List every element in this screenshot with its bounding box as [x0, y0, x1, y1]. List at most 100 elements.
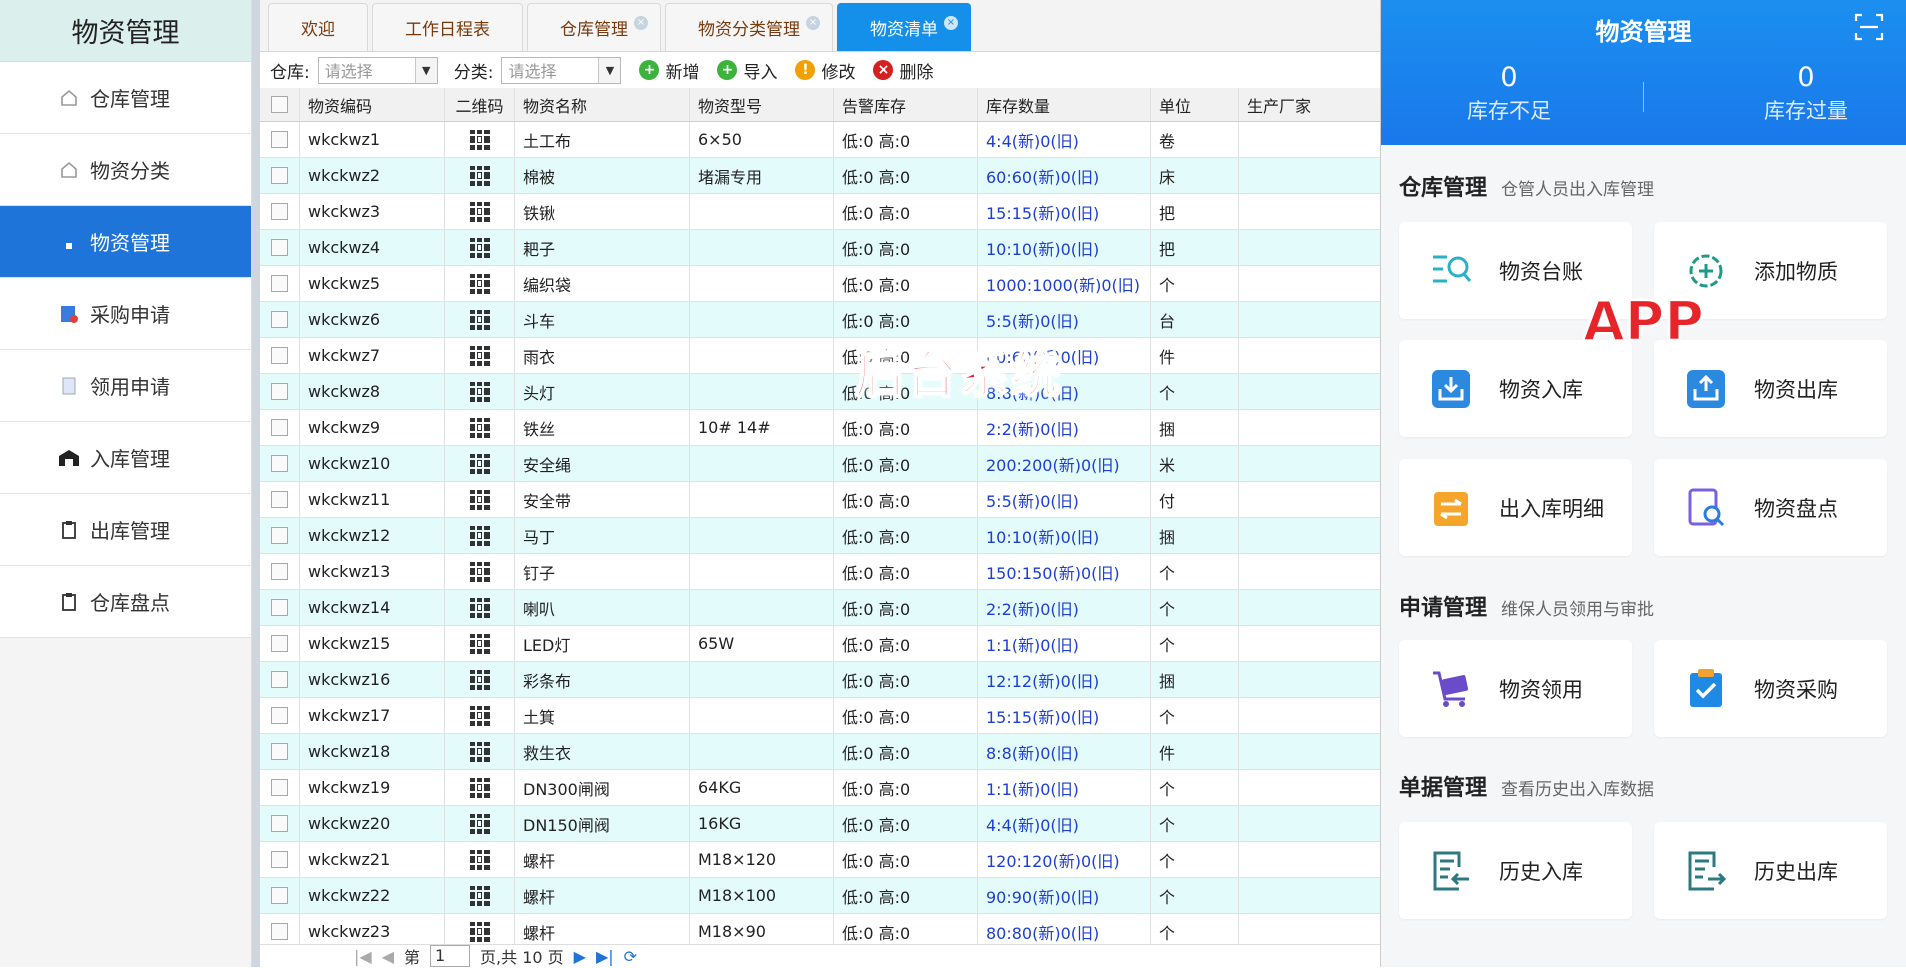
sidebar-item[interactable]: 物资分类 — [0, 134, 251, 206]
row-checkbox[interactable] — [271, 851, 288, 868]
row-checkbox[interactable] — [271, 707, 288, 724]
qrcode-icon[interactable] — [469, 489, 490, 510]
qrcode-icon[interactable] — [469, 669, 490, 690]
close-icon[interactable]: × — [806, 16, 820, 30]
qrcode-icon[interactable] — [469, 741, 490, 762]
row-checkbox[interactable] — [271, 347, 288, 364]
sidebar-item[interactable]: 仓库盘点 — [0, 566, 251, 638]
row-checkbox[interactable] — [271, 239, 288, 256]
delete-button[interactable]: × 删除 — [873, 58, 933, 83]
qrcode-icon[interactable] — [469, 525, 490, 546]
qrcode-icon[interactable] — [469, 453, 490, 474]
row-checkbox[interactable] — [271, 491, 288, 508]
row-checkbox[interactable] — [271, 419, 288, 436]
add-button[interactable]: + 新增 — [639, 58, 699, 83]
row-checkbox[interactable] — [271, 743, 288, 760]
category-select[interactable]: 请选择 ▼ — [501, 56, 622, 84]
table-row[interactable]: wkckwz20 DN150闸阀 16KG 低:0 高:0 4:4(新)0(旧) 个 — [260, 806, 1380, 842]
row-checkbox[interactable] — [271, 527, 288, 544]
app-card[interactable]: 出入库明细 — [1399, 459, 1632, 556]
last-page-icon[interactable]: ▶| — [596, 947, 614, 966]
sidebar-item[interactable]: 领用申请 — [0, 350, 251, 422]
table-row[interactable]: wkckwz12 马丁 低:0 高:0 10:10(新)0(旧) 捆 — [260, 518, 1380, 554]
app-card[interactable]: 物资入库 — [1399, 340, 1632, 437]
tab[interactable]: 仓库管理 × — [527, 3, 661, 51]
app-card[interactable]: 物资采购 — [1654, 640, 1887, 737]
first-page-icon[interactable]: |◀ — [354, 947, 372, 966]
sidebar-item[interactable]: 采购申请 — [0, 278, 251, 350]
column-header[interactable]: 生产厂家 — [1239, 88, 1380, 121]
row-checkbox[interactable] — [271, 275, 288, 292]
qrcode-icon[interactable] — [469, 849, 490, 870]
column-header[interactable]: 物资编码 — [300, 88, 445, 121]
app-card[interactable]: 物资盘点 — [1654, 459, 1887, 556]
column-header[interactable]: 物资名称 — [515, 88, 690, 121]
qrcode-icon[interactable] — [469, 309, 490, 330]
table-row[interactable]: wkckwz4 耙子 低:0 高:0 10:10(新)0(旧) 把 — [260, 230, 1380, 266]
column-header[interactable]: 告警库存 — [834, 88, 978, 121]
qrcode-icon[interactable] — [469, 345, 490, 366]
table-row[interactable]: wkckwz13 钉子 低:0 高:0 150:150(新)0(旧) 个 — [260, 554, 1380, 590]
row-checkbox[interactable] — [271, 455, 288, 472]
qrcode-icon[interactable] — [469, 381, 490, 402]
app-card[interactable]: 物资领用 — [1399, 640, 1632, 737]
table-row[interactable]: wkckwz19 DN300闸阀 64KG 低:0 高:0 1:1(新)0(旧) 个 — [260, 770, 1380, 806]
sidebar-item[interactable]: 入库管理 — [0, 422, 251, 494]
row-checkbox[interactable] — [271, 167, 288, 184]
tab[interactable]: 物资清单 × — [837, 3, 971, 51]
qrcode-icon[interactable] — [469, 597, 490, 618]
qrcode-icon[interactable] — [469, 813, 490, 834]
table-row[interactable]: wkckwz3 铁锹 低:0 高:0 15:15(新)0(旧) 把 — [260, 194, 1380, 230]
sidebar-item[interactable]: 仓库管理 — [0, 62, 251, 134]
row-checkbox[interactable] — [271, 311, 288, 328]
tab[interactable]: 工作日程表 — [372, 3, 523, 51]
column-header[interactable]: 二维码 — [445, 88, 515, 121]
select-all-checkbox[interactable] — [271, 96, 288, 113]
table-row[interactable]: wkckwz9 铁丝 10# 14# 低:0 高:0 2:2(新)0(旧) 捆 — [260, 410, 1380, 446]
row-checkbox[interactable] — [271, 635, 288, 652]
qrcode-icon[interactable] — [469, 561, 490, 582]
sidebar-item[interactable]: 出库管理 — [0, 494, 251, 566]
table-row[interactable]: wkckwz6 斗车 低:0 高:0 5:5(新)0(旧) 台 — [260, 302, 1380, 338]
qrcode-icon[interactable] — [469, 201, 490, 222]
app-card[interactable]: 历史出库 — [1654, 822, 1887, 919]
import-button[interactable]: + 导入 — [717, 58, 777, 83]
row-checkbox[interactable] — [271, 779, 288, 796]
table-row[interactable]: wkckwz18 救生衣 低:0 高:0 8:8(新)0(旧) 件 — [260, 734, 1380, 770]
table-row[interactable]: wkckwz2 棉被 堵漏专用 低:0 高:0 60:60(新)0(旧) 床 — [260, 158, 1380, 194]
column-header[interactable]: 库存数量 — [978, 88, 1151, 121]
chevron-down-icon[interactable]: ▼ — [598, 57, 621, 83]
table-row[interactable]: wkckwz11 安全带 低:0 高:0 5:5(新)0(旧) 付 — [260, 482, 1380, 518]
qrcode-icon[interactable] — [469, 705, 490, 726]
row-checkbox[interactable] — [271, 815, 288, 832]
table-row[interactable]: wkckwz7 雨衣 低:0 高:0 60:60(新)0(旧) 件 — [260, 338, 1380, 374]
close-icon[interactable]: × — [634, 16, 648, 30]
column-header[interactable]: 物资型号 — [690, 88, 834, 121]
table-row[interactable]: wkckwz8 头灯 低:0 高:0 8:8(新)0(旧) 个 — [260, 374, 1380, 410]
table-row[interactable]: wkckwz10 安全绳 低:0 高:0 200:200(新)0(旧) 米 — [260, 446, 1380, 482]
qrcode-icon[interactable] — [469, 273, 490, 294]
row-checkbox[interactable] — [271, 383, 288, 400]
prev-page-icon[interactable]: ◀ — [382, 947, 394, 966]
row-checkbox[interactable] — [271, 563, 288, 580]
table-row[interactable]: wkckwz15 LED灯 65W 低:0 高:0 1:1(新)0(旧) 个 — [260, 626, 1380, 662]
row-checkbox[interactable] — [271, 203, 288, 220]
column-header[interactable]: 单位 — [1151, 88, 1239, 121]
panel-splitter[interactable] — [252, 0, 260, 967]
table-row[interactable]: wkckwz16 彩条布 低:0 高:0 12:12(新)0(旧) 捆 — [260, 662, 1380, 698]
row-checkbox[interactable] — [271, 599, 288, 616]
table-row[interactable]: wkckwz1 土工布 6×50 低:0 高:0 4:4(新)0(旧) 卷 — [260, 122, 1380, 158]
qrcode-icon[interactable] — [469, 417, 490, 438]
app-card[interactable]: 物资出库 — [1654, 340, 1887, 437]
sidebar-item[interactable]: 物资管理 — [0, 206, 251, 278]
qrcode-icon[interactable] — [469, 777, 490, 798]
tab[interactable]: 欢迎 — [268, 3, 368, 51]
app-card[interactable]: 历史入库 — [1399, 822, 1632, 919]
row-checkbox[interactable] — [271, 671, 288, 688]
table-row[interactable]: wkckwz5 编织袋 低:0 高:0 1000:1000(新)0(旧) 个 — [260, 266, 1380, 302]
chevron-down-icon[interactable]: ▼ — [414, 57, 437, 83]
stat-low-stock[interactable]: 0 库存不足 — [1409, 62, 1609, 125]
qrcode-icon[interactable] — [469, 129, 490, 150]
refresh-icon[interactable]: ⟳ — [624, 947, 637, 966]
stat-over-stock[interactable]: 0 库存过量 — [1706, 62, 1906, 125]
